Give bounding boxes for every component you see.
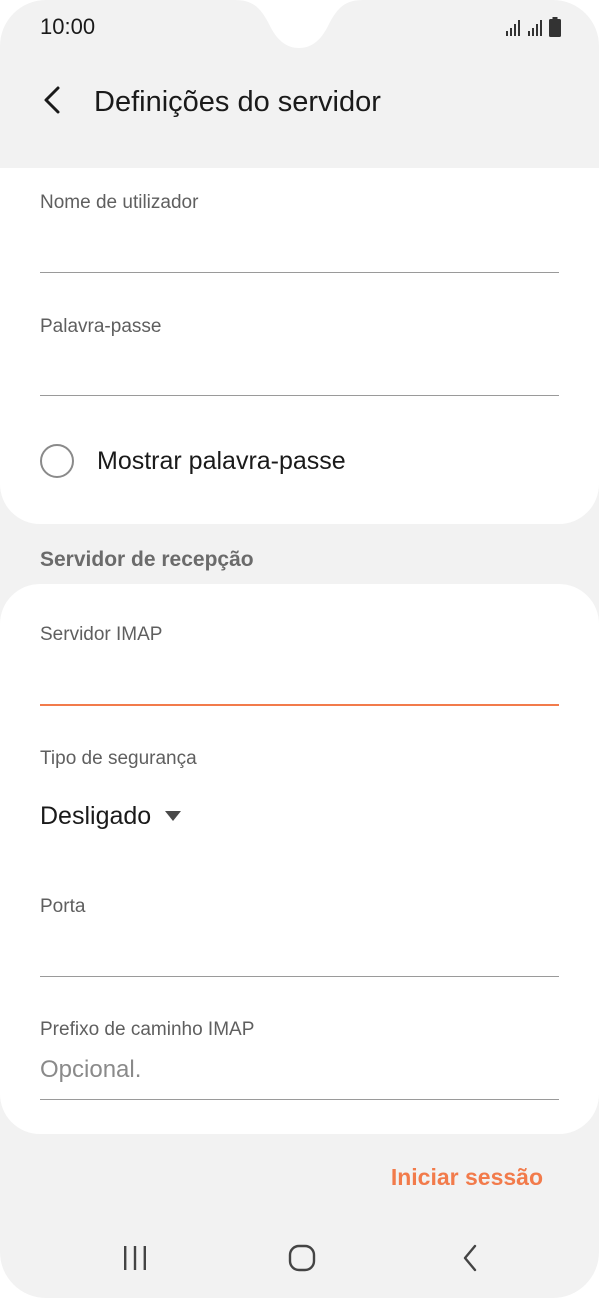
- security-type-value: Desligado: [40, 802, 152, 830]
- imap-prefix-label: Prefixo de caminho IMAP: [40, 1019, 255, 1040]
- navigation-bar: [0, 1222, 599, 1298]
- battery-icon: [549, 17, 561, 42]
- password-underline: [40, 395, 559, 396]
- username-label: Nome de utilizador: [40, 192, 199, 213]
- password-input[interactable]: [40, 350, 559, 390]
- incoming-server-card: Servidor IMAP Tipo de segurança Desligad…: [0, 584, 599, 1134]
- username-input[interactable]: [40, 226, 559, 266]
- back-button[interactable]: [26, 76, 78, 128]
- sign-in-button[interactable]: Iniciar sessão: [391, 1164, 543, 1191]
- home-button[interactable]: [272, 1236, 332, 1284]
- port-underline: [40, 976, 559, 977]
- username-underline: [40, 272, 559, 273]
- signal-icon: [527, 19, 545, 42]
- home-icon: [288, 1244, 316, 1277]
- security-type-label: Tipo de segurança: [40, 748, 197, 769]
- status-bar: 10:00: [0, 0, 599, 56]
- security-type-dropdown[interactable]: Desligado: [40, 802, 182, 831]
- recent-apps-button[interactable]: [105, 1236, 165, 1284]
- recent-apps-icon: [122, 1245, 148, 1276]
- imap-server-input[interactable]: [40, 658, 559, 698]
- back-arrow-icon: [41, 85, 63, 120]
- imap-server-underline-active: [40, 704, 559, 706]
- status-icons: [505, 17, 561, 42]
- account-card: Nome de utilizador Palavra-passe Mostrar…: [0, 168, 599, 524]
- show-password-toggle[interactable]: Mostrar palavra-passe: [40, 444, 346, 478]
- page-title: Definições do servidor: [94, 86, 381, 118]
- app-bar: Definições do servidor: [0, 66, 599, 140]
- system-back-button[interactable]: [440, 1236, 500, 1284]
- signal-icon: [505, 19, 523, 42]
- imap-prefix-underline: [40, 1099, 559, 1100]
- back-icon: [461, 1244, 479, 1277]
- incoming-server-section-title: Servidor de recepção: [40, 548, 254, 571]
- show-password-label: Mostrar palavra-passe: [97, 446, 346, 475]
- password-label: Palavra-passe: [40, 316, 162, 337]
- imap-server-label: Servidor IMAP: [40, 624, 163, 645]
- port-label: Porta: [40, 896, 86, 917]
- phone-screen: 10:00 Definições do servidor Nome de uti…: [0, 0, 599, 1298]
- port-input[interactable]: [40, 930, 559, 970]
- radio-circle-icon[interactable]: [40, 444, 74, 478]
- imap-prefix-input[interactable]: [40, 1050, 559, 1090]
- status-time: 10:00: [40, 14, 96, 39]
- caret-down-icon: [165, 809, 182, 827]
